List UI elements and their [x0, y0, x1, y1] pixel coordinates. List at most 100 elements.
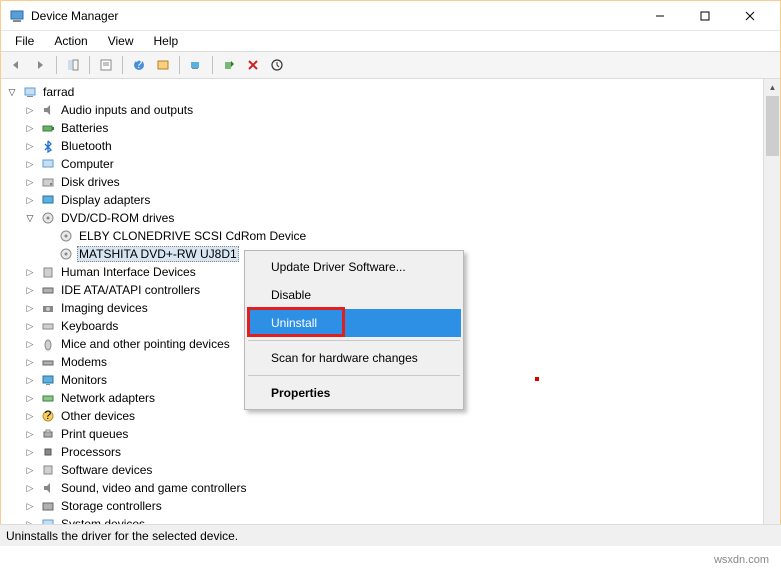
chevron-right-icon[interactable] [23, 481, 37, 495]
speaker-icon [40, 102, 56, 118]
context-menu: Update Driver Software... Disable Uninst… [244, 250, 464, 410]
svg-text:?: ? [45, 409, 52, 422]
menu-help[interactable]: Help [146, 32, 187, 50]
mouse-icon [40, 336, 56, 352]
update-driver-button[interactable] [266, 54, 288, 76]
chevron-right-icon[interactable] [23, 283, 37, 297]
tree-item-software[interactable]: Software devices [21, 461, 778, 479]
action-button[interactable] [152, 54, 174, 76]
menu-file[interactable]: File [7, 32, 42, 50]
svg-text:?: ? [136, 58, 143, 71]
chevron-right-icon[interactable] [23, 391, 37, 405]
computer-icon [40, 156, 56, 172]
ctx-scan[interactable]: Scan for hardware changes [247, 344, 461, 372]
scroll-thumb[interactable] [766, 96, 779, 156]
camera-icon [40, 300, 56, 316]
toolbar-separator [212, 56, 213, 74]
titlebar[interactable]: Device Manager [1, 1, 780, 31]
status-text: Uninstalls the driver for the selected d… [6, 529, 238, 543]
chevron-right-icon[interactable] [23, 499, 37, 513]
tree-item-computer[interactable]: Computer [21, 155, 778, 173]
chevron-right-icon[interactable] [23, 301, 37, 315]
ctx-properties[interactable]: Properties [247, 379, 461, 407]
ctx-disable[interactable]: Disable [247, 281, 461, 309]
tree-item-elby[interactable]: ELBY CLONEDRIVE SCSI CdRom Device [39, 227, 778, 245]
chevron-right-icon[interactable] [23, 103, 37, 117]
disk-icon [40, 174, 56, 190]
device-manager-icon [9, 8, 25, 24]
chevron-right-icon[interactable] [23, 193, 37, 207]
maximize-button[interactable] [682, 1, 727, 30]
tree-item-sound[interactable]: Sound, video and game controllers [21, 479, 778, 497]
software-icon [40, 462, 56, 478]
ctx-uninstall[interactable]: Uninstall [247, 309, 461, 337]
chevron-right-icon[interactable] [23, 463, 37, 477]
root-label: farrad [41, 84, 76, 100]
tree-item-bluetooth[interactable]: Bluetooth [21, 137, 778, 155]
tree-item-disk[interactable]: Disk drives [21, 173, 778, 191]
keyboard-icon [40, 318, 56, 334]
hid-icon [40, 264, 56, 280]
display-icon [40, 192, 56, 208]
other-icon: ? [40, 408, 56, 424]
chevron-right-icon[interactable] [23, 139, 37, 153]
tree-item-audio[interactable]: Audio inputs and outputs [21, 101, 778, 119]
chevron-right-icon[interactable] [23, 319, 37, 333]
vertical-scrollbar[interactable]: ▲ ▼ [763, 79, 780, 545]
back-button[interactable] [5, 54, 27, 76]
menu-action[interactable]: Action [46, 32, 95, 50]
chevron-right-icon[interactable] [23, 337, 37, 351]
ctx-separator [248, 340, 460, 341]
annotation-dot [535, 377, 539, 381]
scroll-up-button[interactable]: ▲ [764, 79, 780, 96]
scan-hardware-button[interactable] [185, 54, 207, 76]
toolbar-separator [56, 56, 57, 74]
caption-text: wsxdn.com [714, 554, 769, 566]
ctx-update-driver[interactable]: Update Driver Software... [247, 253, 461, 281]
enable-button[interactable] [218, 54, 240, 76]
tree-item-batteries[interactable]: Batteries [21, 119, 778, 137]
cpu-icon [40, 444, 56, 460]
window-title: Device Manager [31, 9, 637, 23]
tree-item-processors[interactable]: Processors [21, 443, 778, 461]
chevron-right-icon[interactable] [23, 445, 37, 459]
cdrom-icon [58, 228, 74, 244]
chevron-right-icon[interactable] [23, 373, 37, 387]
minimize-button[interactable] [637, 1, 682, 30]
chevron-right-icon[interactable] [23, 355, 37, 369]
computer-icon [22, 84, 38, 100]
help-button[interactable]: ? [128, 54, 150, 76]
toolbar-separator [122, 56, 123, 74]
bluetooth-icon [40, 138, 56, 154]
forward-button[interactable] [29, 54, 51, 76]
chevron-down-icon[interactable] [5, 85, 19, 99]
status-bar: Uninstalls the driver for the selected d… [0, 524, 781, 546]
chevron-right-icon[interactable] [23, 409, 37, 423]
chevron-right-icon[interactable] [23, 427, 37, 441]
chevron-down-icon[interactable] [23, 211, 37, 225]
tree-item-dvd[interactable]: DVD/CD-ROM drives [21, 209, 778, 227]
cdrom-icon [58, 246, 74, 262]
close-button[interactable] [727, 1, 772, 30]
ide-icon [40, 282, 56, 298]
tree-root[interactable]: farrad [3, 83, 778, 101]
chevron-right-icon[interactable] [23, 265, 37, 279]
chevron-right-icon[interactable] [23, 121, 37, 135]
properties-button[interactable] [95, 54, 117, 76]
menu-view[interactable]: View [100, 32, 142, 50]
battery-icon [40, 120, 56, 136]
network-icon [40, 390, 56, 406]
chevron-right-icon[interactable] [23, 157, 37, 171]
chevron-right-icon[interactable] [23, 175, 37, 189]
ctx-separator [248, 375, 460, 376]
uninstall-button[interactable] [242, 54, 264, 76]
tree-item-storage[interactable]: Storage controllers [21, 497, 778, 515]
toolbar-separator [179, 56, 180, 74]
selected-device-label: MATSHITA DVD+-RW UJ8D1 [77, 246, 239, 262]
tree-item-print[interactable]: Print queues [21, 425, 778, 443]
show-hide-tree-button[interactable] [62, 54, 84, 76]
sound-icon [40, 480, 56, 496]
menubar: File Action View Help [1, 31, 780, 51]
toolbar: ? [1, 51, 780, 79]
tree-item-display[interactable]: Display adapters [21, 191, 778, 209]
